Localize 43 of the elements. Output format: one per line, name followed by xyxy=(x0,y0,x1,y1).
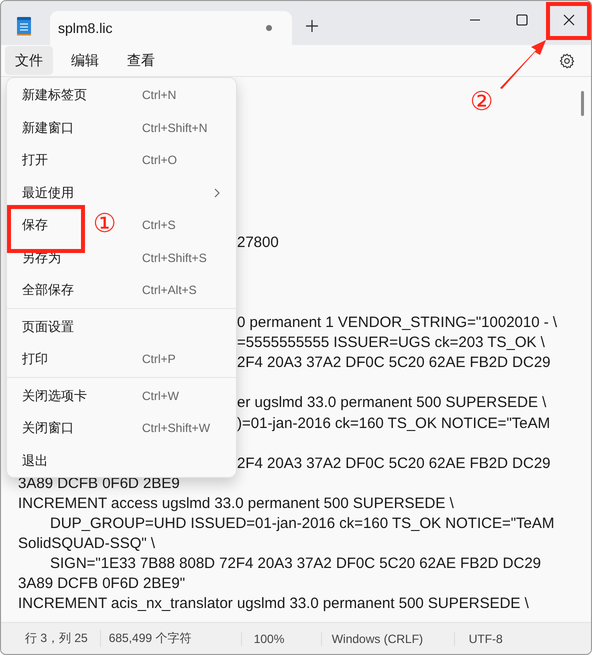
menu-item[interactable]: 打开 Ctrl+O xyxy=(7,144,236,176)
code-line: er ugslmd 33.0 permanent 500 SUPERSEDE \ xyxy=(237,394,546,412)
menu-item[interactable]: 页面设置 xyxy=(7,310,236,343)
menu-bar-item[interactable]: 文件 xyxy=(5,46,53,75)
menu-item[interactable]: 关闭选项卡 Ctrl+W xyxy=(7,380,236,412)
status-item: Windows (CRLF) xyxy=(320,632,454,646)
menu-item[interactable]: 新建标签页 Ctrl+N xyxy=(7,79,236,112)
menu-item[interactable]: 最近使用 xyxy=(7,176,236,209)
code-line: 27800 xyxy=(237,234,279,251)
settings-icon[interactable] xyxy=(559,52,575,68)
code-line: 0 permanent 1 VENDOR_STRING="1002010 - \ xyxy=(237,314,558,332)
menu-item[interactable]: 新建窗口 Ctrl+Shift+N xyxy=(7,112,236,144)
status-item: 100% xyxy=(240,632,321,646)
code-line: 2F4 20A3 37A2 DF0C 5C20 62AE FB2D DC29 xyxy=(237,354,550,372)
menu-item[interactable]: 退出 xyxy=(7,444,236,477)
arrow-annotation xyxy=(498,38,548,90)
step-marker: ① xyxy=(93,211,116,237)
menu-item[interactable]: 全部保存 Ctrl+Alt+S xyxy=(7,274,236,306)
menu-item[interactable]: 保存 ① Ctrl+S xyxy=(7,209,236,242)
notepad-icon xyxy=(16,16,32,36)
code-line: 3A89 DCFB 0F6D 2BE9" xyxy=(18,575,186,592)
maximize-icon[interactable] xyxy=(516,14,528,26)
menu-item[interactable]: 关闭窗口 Ctrl+Shift+W xyxy=(7,412,236,444)
step-marker: ② xyxy=(470,89,493,115)
code-line: )=01-jan-2016 ck=160 TS_OK NOTICE="TeAM xyxy=(237,414,550,432)
status-item: 行 3，列 25 xyxy=(24,630,89,647)
code-line: INCREMENT acis_nx_translator ugslmd 33.0 permanent 500 SUPERSEDE \ xyxy=(18,595,529,612)
menu-bar-item[interactable]: 查看 xyxy=(117,46,165,75)
code-line: DUP_GROUP=UHD ISSUED=01-jan-2016 ck=160 TS_OK NOTICE="TeAM xyxy=(50,514,554,532)
code-line: SIGN="1E33 7B88 808D 72F4 20A3 37A2 DF0C 5C20 62AE FB2D DC29 xyxy=(50,555,542,572)
code-line: INCREMENT access ugslmd 33.0 permanent 500 SUPERSEDE \ xyxy=(18,494,454,512)
menu-item[interactable]: 打印 Ctrl+P xyxy=(7,343,236,376)
scrollbar-thumb[interactable] xyxy=(581,91,584,116)
menu-bar-item[interactable]: 编辑 xyxy=(61,46,109,75)
status-item: 685,499 个字符 xyxy=(100,630,241,647)
code-line: 2F4 20A3 37A2 DF0C 5C20 62AE FB2D DC29 xyxy=(237,454,550,472)
new-tab-icon[interactable] xyxy=(306,20,318,32)
code-line: =5555555555 ISSUER=UGS ck=203 TS_OK \ xyxy=(237,334,545,352)
status-item: UTF-8 xyxy=(454,632,515,646)
highlight-frame xyxy=(546,2,591,40)
close-icon[interactable] xyxy=(563,14,575,26)
document-tab[interactable]: splm8.lic xyxy=(50,11,292,45)
code-line: SolidSQUAD-SSQ" \ xyxy=(18,535,156,552)
